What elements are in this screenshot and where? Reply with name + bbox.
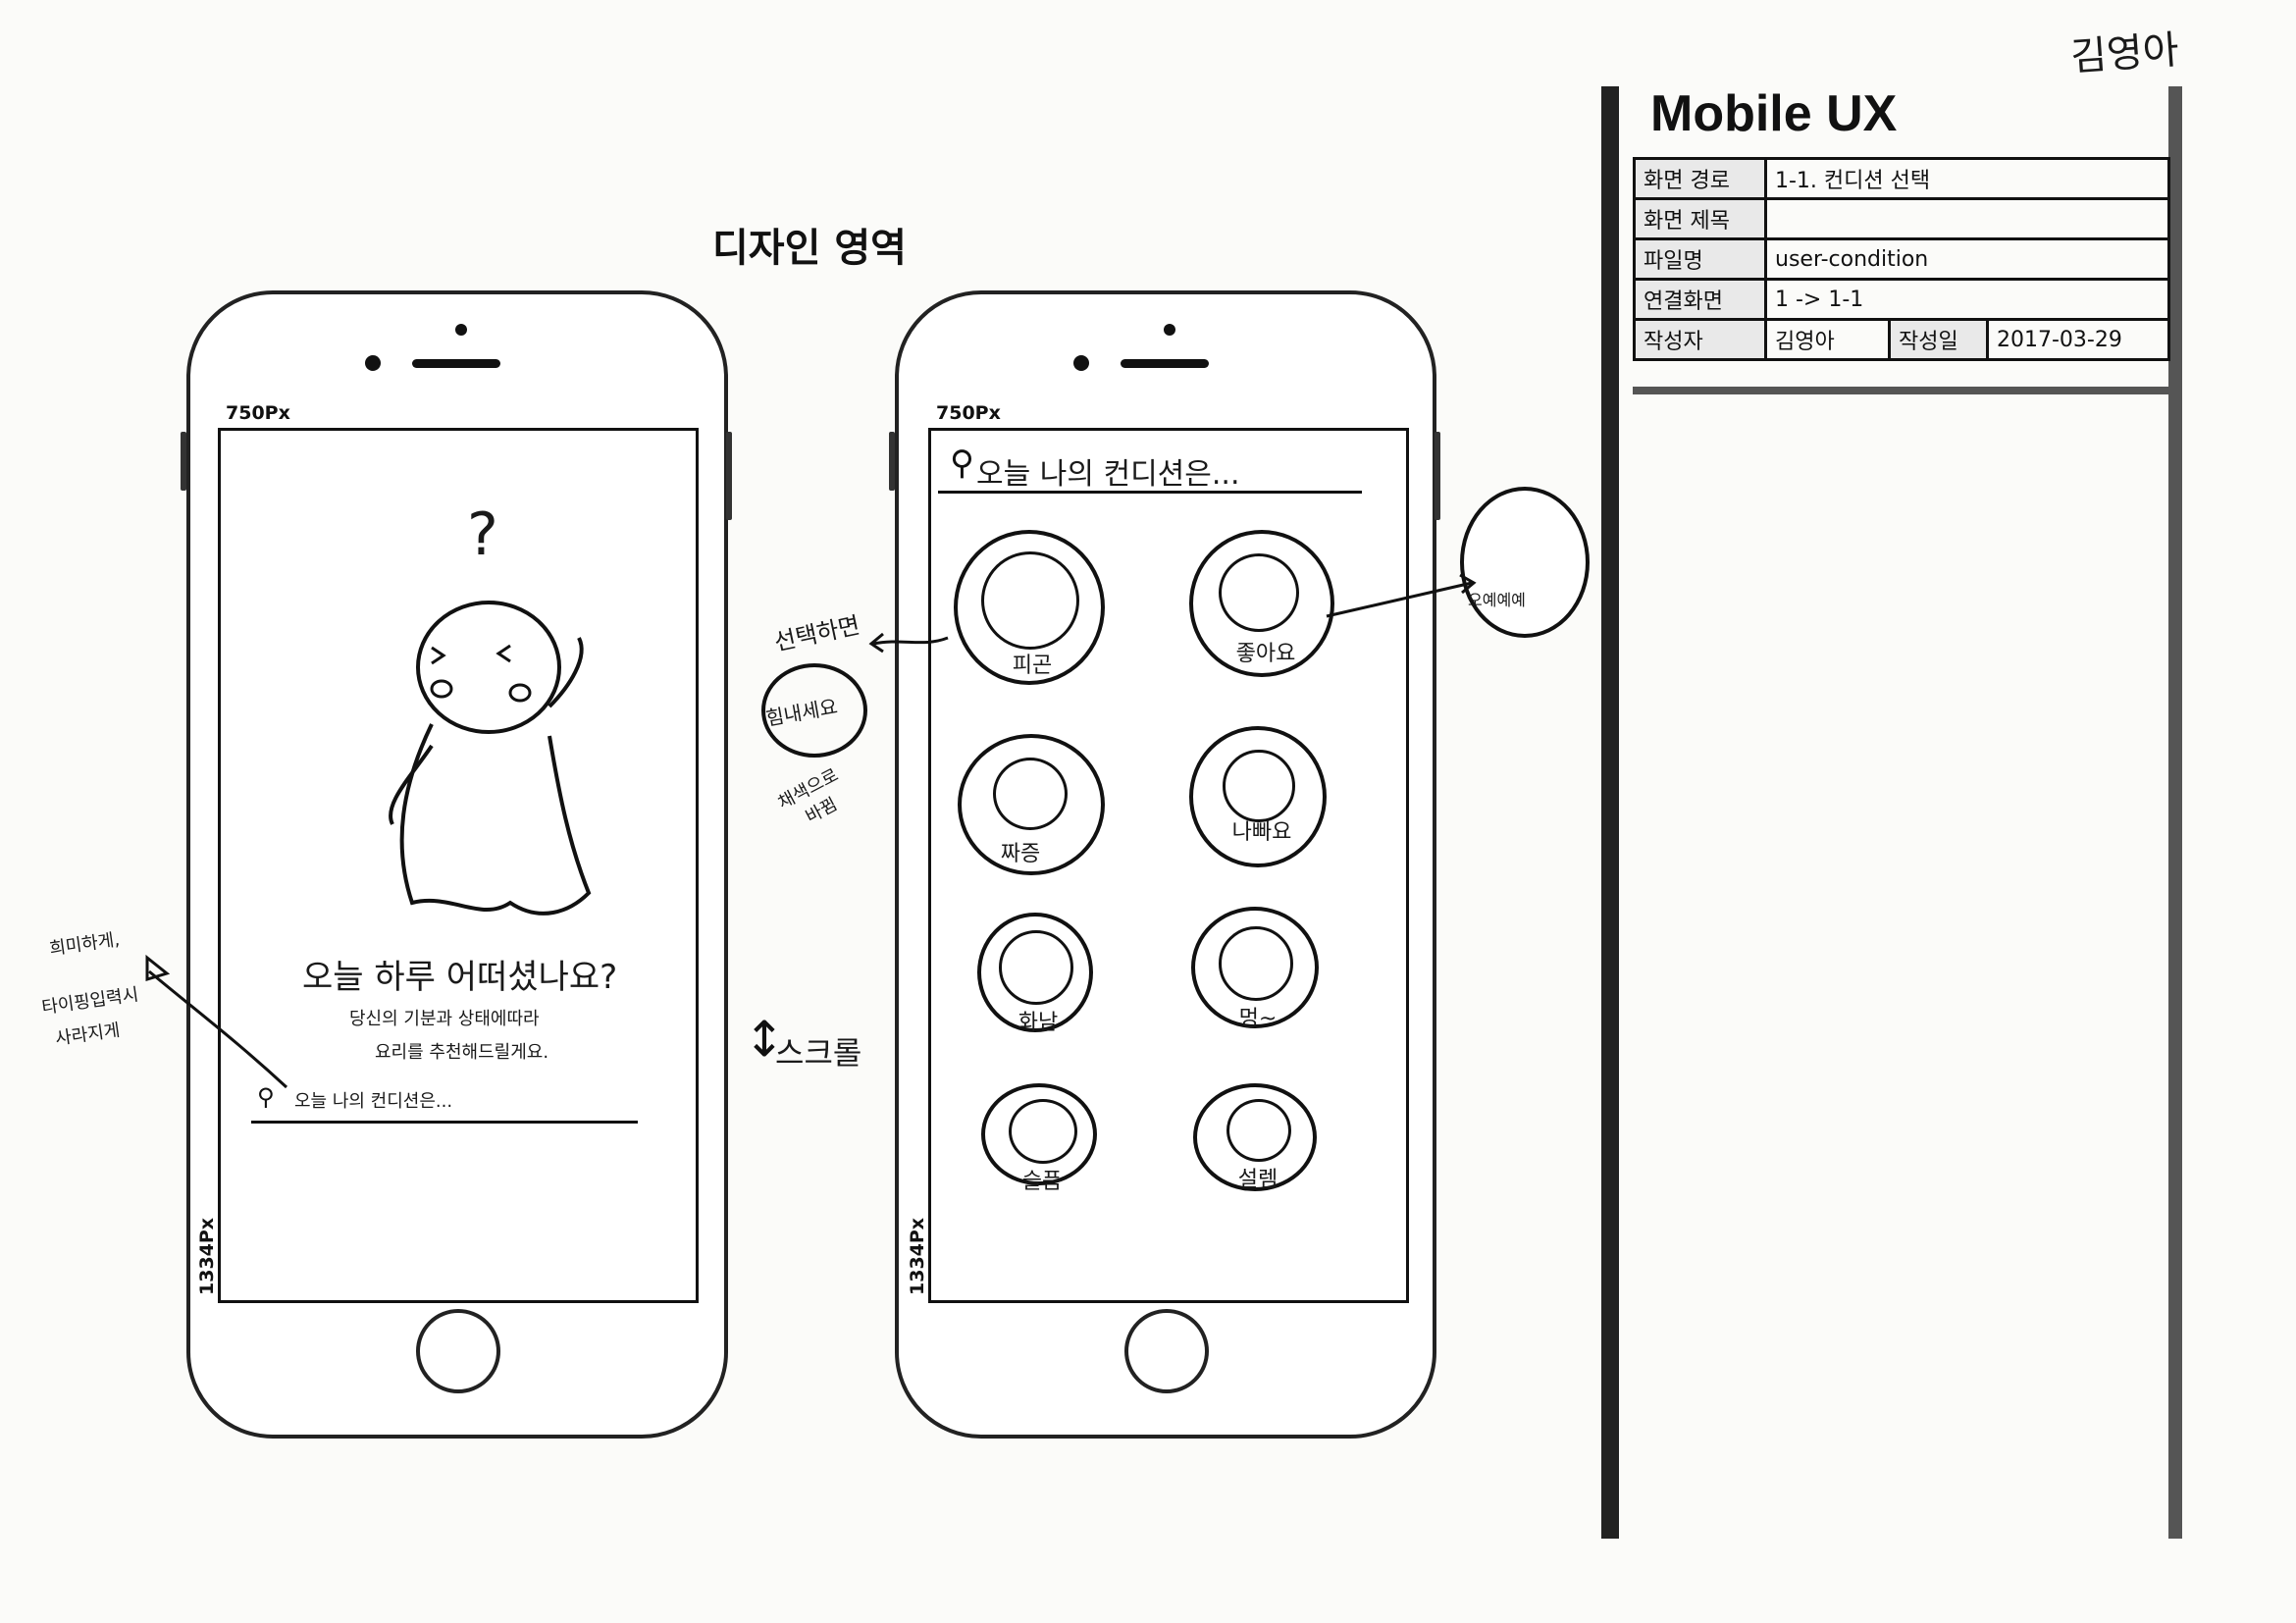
condition-label: 짜증 [1000, 842, 1041, 866]
earpiece-speaker [412, 359, 500, 368]
condition-label: 슬픔 [1021, 1170, 1063, 1194]
angry-face-icon [999, 930, 1073, 1005]
blank-face-icon [1219, 926, 1293, 1001]
annotation-on-select: 선택하면 [771, 611, 862, 656]
sad-face-icon [1009, 1099, 1077, 1164]
table-row: 작성자 김영아 작성일 2017-03-29 [1633, 318, 2170, 361]
spec-value: 김영아 [1764, 318, 1891, 361]
side-button [726, 432, 732, 520]
condition-button-angry[interactable]: 화남 [977, 913, 1093, 1035]
search-underline [251, 1121, 638, 1124]
earpiece-speaker [1121, 359, 1209, 368]
spec-value: 2017-03-29 [1986, 318, 2170, 361]
annotation-scroll: 스크롤 [775, 1034, 862, 1072]
condition-label: 멍~ [1238, 1007, 1278, 1031]
annotation-fade-1: 희미하게, [48, 929, 122, 960]
panel-border-right [2168, 86, 2182, 1539]
side-button [181, 432, 186, 491]
panel-border-left [1601, 86, 1619, 1539]
question-mark: ? [467, 500, 498, 569]
spec-key: 작성자 [1633, 318, 1767, 361]
table-row: 화면 제목 [1633, 197, 2170, 240]
spec-key: 화면 제목 [1633, 197, 1767, 240]
width-dimension-label: 750Px [226, 402, 290, 424]
panel-divider [1633, 387, 2170, 394]
table-row: 화면 경로 1-1. 컨디션 선택 [1633, 157, 2170, 200]
author-signature: 김영아 [2068, 27, 2181, 80]
table-row: 연결화면 1 -> 1-1 [1633, 278, 2170, 321]
annotation-fade-3: 사라지게 [54, 1020, 122, 1050]
panel-title: Mobile UX [1650, 85, 1898, 142]
condition-search-input[interactable]: 오늘 나의 컨디션은... [294, 1087, 452, 1113]
excited-face-icon [1226, 1099, 1291, 1162]
width-dimension-label: 750Px [936, 402, 1001, 424]
condition-label: 화남 [1018, 1011, 1059, 1035]
condition-label: 설렘 [1237, 1168, 1278, 1192]
happy-face-icon [1219, 553, 1299, 632]
annotation-fade-2: 타이핑입력시 [40, 984, 140, 1019]
home-button[interactable] [1124, 1309, 1209, 1393]
main-question-text: 오늘 하루 어떠셨나요? [302, 958, 618, 997]
front-camera [1073, 355, 1089, 371]
height-dimension-label: 1334Px [196, 1217, 218, 1295]
description-line-2: 요리를 추천해드릴게요. [375, 1042, 549, 1063]
bad-face-icon [1223, 750, 1295, 822]
condition-button-tired[interactable]: 피곤 [954, 530, 1105, 685]
spec-value [1764, 197, 2170, 240]
condition-button-bad[interactable]: 나빠요 [1189, 726, 1327, 867]
condition-search-input[interactable]: 오늘 나의 컨디션은... [976, 449, 1239, 493]
spec-key: 작성일 [1888, 318, 1989, 361]
front-camera [365, 355, 381, 371]
spec-key: 파일명 [1633, 237, 1767, 281]
spec-value: 1-1. 컨디션 선택 [1764, 157, 2170, 200]
condition-button-excited[interactable]: 설렘 [1193, 1083, 1317, 1192]
popup-bubble [1460, 487, 1590, 638]
confused-character-illustration [389, 601, 592, 916]
side-button [889, 432, 895, 491]
front-sensor [455, 324, 467, 336]
condition-label: 나빠요 [1231, 820, 1292, 845]
description-line-1: 당신의 기분과 상태에따라 [349, 1009, 540, 1029]
search-icon: ⚲ [257, 1083, 275, 1111]
spec-table: 화면 경로 1-1. 컨디션 선택 화면 제목 파일명 user-conditi… [1633, 157, 2170, 361]
side-button [1435, 432, 1440, 520]
condition-button-sad[interactable]: 슬픔 [981, 1083, 1097, 1194]
annoyed-face-icon [993, 758, 1068, 830]
annotation-popup: 오예예예 [1468, 591, 1526, 609]
spec-value: 1 -> 1-1 [1764, 278, 2170, 321]
home-button[interactable] [416, 1309, 500, 1393]
height-dimension-label: 1334Px [907, 1217, 928, 1295]
condition-label: 좋아요 [1235, 642, 1296, 666]
table-row: 파일명 user-condition [1633, 237, 2170, 281]
spec-key: 연결화면 [1633, 278, 1767, 321]
front-sensor [1164, 324, 1175, 336]
condition-label: 피곤 [1012, 654, 1053, 678]
spec-key: 화면 경로 [1633, 157, 1767, 200]
search-icon: ⚲ [950, 444, 974, 483]
condition-button-annoyed[interactable]: 짜증 [958, 734, 1105, 875]
search-underline [938, 491, 1362, 494]
condition-button-blank[interactable]: 멍~ [1191, 907, 1319, 1031]
condition-button-good[interactable]: 좋아요 [1189, 530, 1334, 677]
design-area-title: 디자인 영역 [712, 226, 907, 271]
spec-value: user-condition [1764, 237, 2170, 281]
tired-face-icon [981, 551, 1079, 650]
